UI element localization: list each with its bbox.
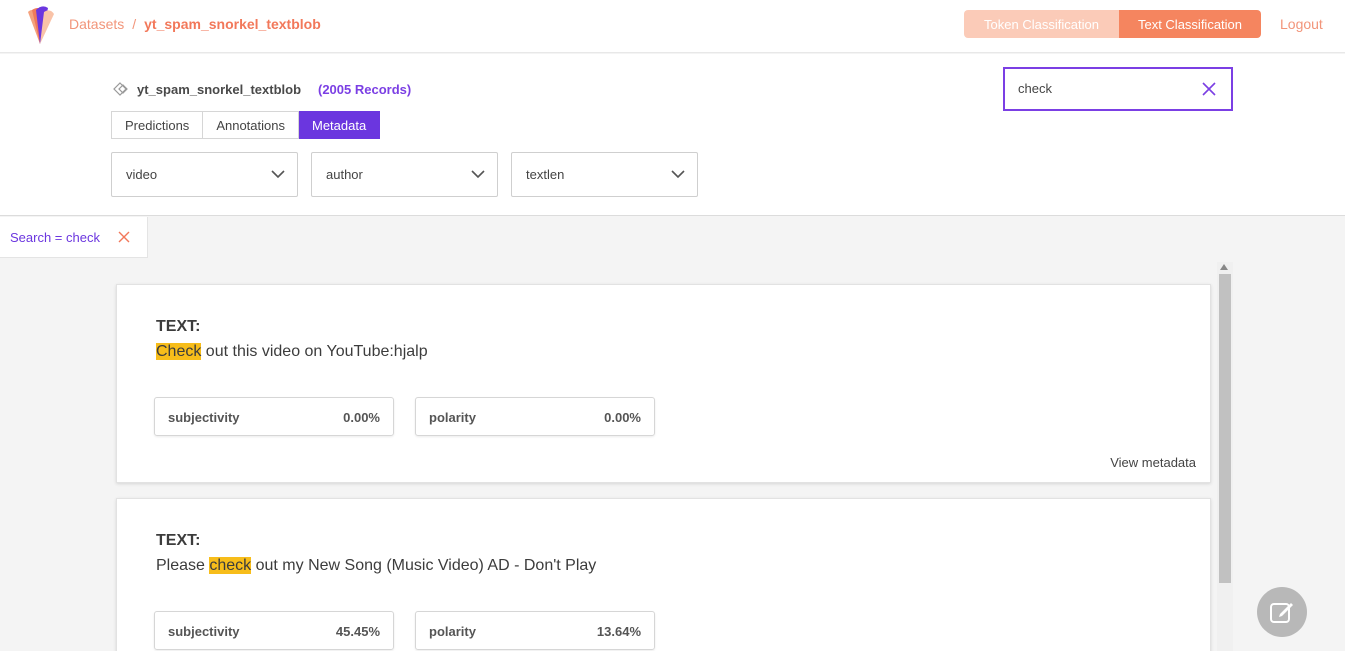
record-card: TEXT: Please check out my New Song (Musi…	[116, 498, 1211, 651]
search-input[interactable]	[1018, 81, 1188, 96]
view-metadata-link[interactable]: View metadata	[1110, 455, 1196, 470]
record-text-after: out this video on YouTube:hjalp	[201, 343, 428, 360]
close-icon[interactable]	[1201, 81, 1217, 97]
search-highlight: check	[209, 557, 252, 574]
search-box	[1003, 67, 1233, 111]
metric-subjectivity: subjectivity 0.00%	[154, 397, 394, 436]
metric-polarity: polarity 13.64%	[415, 611, 655, 650]
breadcrumb-separator: /	[132, 16, 137, 32]
record-text-before: Please	[156, 557, 210, 574]
app-logo[interactable]	[22, 4, 58, 46]
view-tabs: Predictions Annotations Metadata	[111, 111, 381, 139]
chevron-down-icon	[471, 170, 485, 179]
dataset-title: yt_spam_snorkel_textblob	[137, 82, 302, 97]
edit-icon	[1270, 603, 1293, 623]
scroll-up-arrow[interactable]	[1220, 264, 1228, 270]
scrollbar-thumb[interactable]	[1219, 274, 1231, 583]
breadcrumb-current-dataset[interactable]: yt_spam_snorkel_textblob	[144, 16, 321, 32]
metric-value: 45.45%	[335, 624, 380, 639]
metric-name: subjectivity	[168, 410, 240, 425]
top-bar: Datasets / yt_spam_snorkel_textblob Token …	[0, 0, 1345, 53]
metric-subjectivity: subjectivity 45.45%	[154, 611, 394, 650]
record-field-label: TEXT:	[156, 532, 201, 549]
filter-textlen-label: textlen	[526, 167, 565, 182]
tab-metadata[interactable]: Metadata	[298, 111, 381, 139]
record-field-label: TEXT:	[156, 318, 201, 335]
metric-value: 0.00%	[343, 410, 380, 425]
active-filter-chip: Search = check	[0, 217, 148, 258]
dataset-diamond-icon	[113, 82, 128, 96]
text-classification-tab[interactable]: Text Classification	[1119, 10, 1261, 38]
metric-value: 0.00%	[604, 410, 641, 425]
search-highlight: Check	[156, 343, 202, 360]
breadcrumb: Datasets / yt_spam_snorkel_textblob	[69, 16, 321, 32]
filter-author-select[interactable]: author	[311, 152, 498, 197]
record-card: TEXT: Check out this video on YouTube:hj…	[116, 284, 1211, 483]
metric-name: polarity	[429, 624, 476, 639]
tab-predictions[interactable]: Predictions	[111, 111, 204, 139]
active-filter-label: Search = check	[10, 229, 100, 245]
metric-polarity: polarity 0.00%	[415, 397, 655, 436]
close-icon[interactable]	[118, 231, 130, 243]
tab-annotations[interactable]: Annotations	[203, 111, 299, 139]
filter-video-label: video	[126, 167, 158, 182]
record-text: Check out this video on YouTube:hjalp	[156, 343, 428, 361]
dataset-record-count: (2005 Records)	[318, 82, 412, 97]
record-text: Please check out my New Song (Music Vide…	[156, 557, 596, 575]
filter-author-label: author	[326, 167, 363, 182]
edit-floating-button[interactable]	[1257, 587, 1307, 637]
metric-value: 13.64%	[596, 624, 641, 639]
token-classification-tab[interactable]: Token Classification	[964, 10, 1119, 38]
record-text-after: out my New Song (Music Video) AD - Don't…	[251, 557, 597, 574]
metric-name: polarity	[429, 410, 476, 425]
chevron-down-icon	[671, 170, 685, 179]
chevron-down-icon	[271, 170, 285, 179]
filter-textlen-select[interactable]: textlen	[511, 152, 698, 197]
metric-name: subjectivity	[168, 624, 240, 639]
breadcrumb-datasets-link[interactable]: Datasets	[69, 16, 124, 32]
filter-video-select[interactable]: video	[111, 152, 298, 197]
logout-link[interactable]: Logout	[1280, 16, 1323, 32]
